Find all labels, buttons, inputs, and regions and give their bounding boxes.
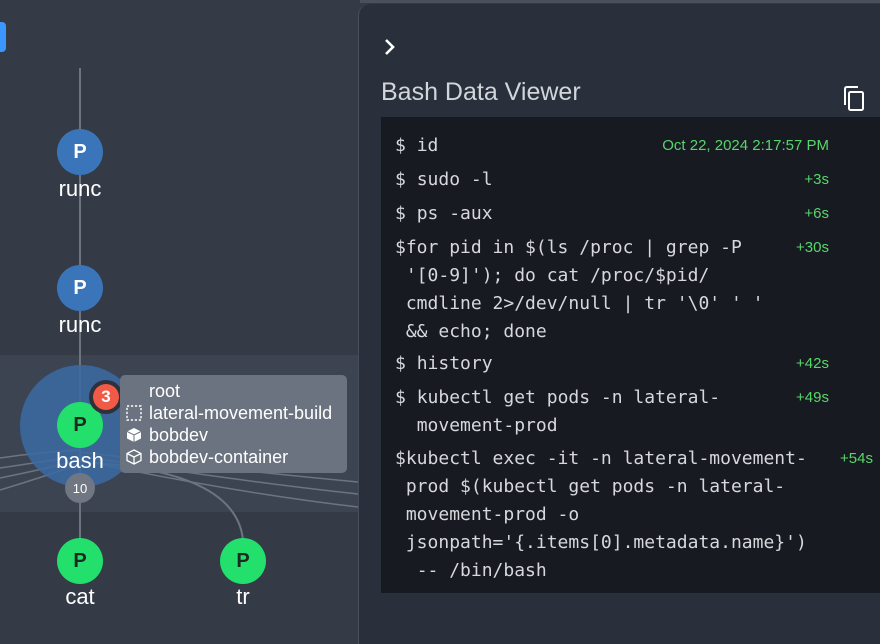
pod-icon xyxy=(124,427,143,443)
command-timestamp: +6s xyxy=(804,205,829,222)
command-timestamp: +3s xyxy=(804,171,829,188)
node-details-tooltip: root lateral-movement-build bobdev bobde… xyxy=(120,375,347,473)
tooltip-user-row: root xyxy=(124,380,180,402)
prompt-symbol: $ xyxy=(395,237,406,258)
tooltip-container: bobdev-container xyxy=(149,446,289,467)
command-text: for pid in $(ls /proc | grep -P '[0-9]')… xyxy=(405,237,764,342)
prompt-symbol: $ xyxy=(395,353,406,374)
tooltip-container-row: bobdev-container xyxy=(124,446,288,468)
container-icon xyxy=(124,449,143,465)
process-node-letter: P xyxy=(236,549,250,572)
command-text: ps -aux xyxy=(405,203,493,224)
tooltip-namespace: lateral-movement-build xyxy=(149,402,333,423)
command-entry[interactable]: $ for pid in $(ls /proc | grep -P '[0-9]… xyxy=(395,234,763,346)
process-node-letter: P xyxy=(73,549,87,572)
process-node-label: runc xyxy=(58,312,102,337)
tooltip-pod-row: bobdev xyxy=(124,424,208,446)
command-text: kubectl exec -it -n lateral-movement- pr… xyxy=(405,448,807,581)
process-node-runc-1[interactable]: P xyxy=(57,129,103,175)
alert-count-badge[interactable]: 3 xyxy=(89,380,123,414)
process-node-label: runc xyxy=(58,176,102,201)
prompt-symbol: $ xyxy=(395,387,406,408)
bash-data-viewer-panel: Bash Data Viewer $ id Oct 22, 2024 2:17:… xyxy=(358,4,880,644)
command-list[interactable]: $ id Oct 22, 2024 2:17:57 PM $ sudo -l +… xyxy=(381,117,880,593)
process-node-label: tr xyxy=(236,584,250,609)
tooltip-user: root xyxy=(149,380,181,401)
command-entry[interactable]: $ sudo -l xyxy=(395,166,493,194)
process-node-label: cat xyxy=(65,584,95,609)
chevron-right-icon xyxy=(385,39,395,55)
panel-title: Bash Data Viewer xyxy=(381,78,581,106)
process-node-runc-2[interactable]: P xyxy=(57,265,103,311)
command-timestamp: +42s xyxy=(796,355,829,372)
command-text: sudo -l xyxy=(405,169,493,190)
process-node-letter: P xyxy=(73,413,87,436)
command-timestamp: +30s xyxy=(796,239,829,256)
process-node-letter: P xyxy=(73,276,87,299)
prompt-symbol: $ xyxy=(395,135,406,156)
command-timestamp: +49s xyxy=(796,389,829,406)
process-node-letter: P xyxy=(73,140,87,163)
collapse-panel-button[interactable] xyxy=(379,36,401,58)
alert-count: 3 xyxy=(93,384,119,410)
copy-icon xyxy=(844,86,864,111)
command-text: id xyxy=(405,135,439,156)
command-entry[interactable]: $ kubectl exec -it -n lateral-movement- … xyxy=(395,445,807,585)
command-text: kubectl get pods -n lateral- movement-pr… xyxy=(416,387,721,436)
tooltip-namespace-row: lateral-movement-build xyxy=(124,402,332,424)
command-entry[interactable]: $ history xyxy=(395,350,493,378)
process-node-cat[interactable]: P xyxy=(57,538,103,584)
prompt-symbol: $ xyxy=(395,169,406,190)
tooltip-pod: bobdev xyxy=(149,424,209,445)
command-timestamp: Oct 22, 2024 2:17:57 PM xyxy=(662,137,829,154)
command-text: history xyxy=(405,353,493,374)
child-count-badge[interactable]: 10 xyxy=(65,473,95,503)
copy-button[interactable] xyxy=(841,85,867,113)
command-timestamp: +54s xyxy=(840,450,873,467)
namespace-icon xyxy=(124,405,143,421)
command-entry[interactable]: $ kubectl get pods -n lateral- movement-… xyxy=(395,384,720,440)
command-entry[interactable]: $ ps -aux xyxy=(395,200,493,228)
command-entry[interactable]: $ id xyxy=(395,132,438,160)
process-node-tr[interactable]: P xyxy=(220,538,266,584)
prompt-symbol: $ xyxy=(395,448,406,469)
prompt-symbol: $ xyxy=(395,203,406,224)
process-graph[interactable]: P runc P runc P bash 10 3 root lateral-m… xyxy=(0,0,360,637)
